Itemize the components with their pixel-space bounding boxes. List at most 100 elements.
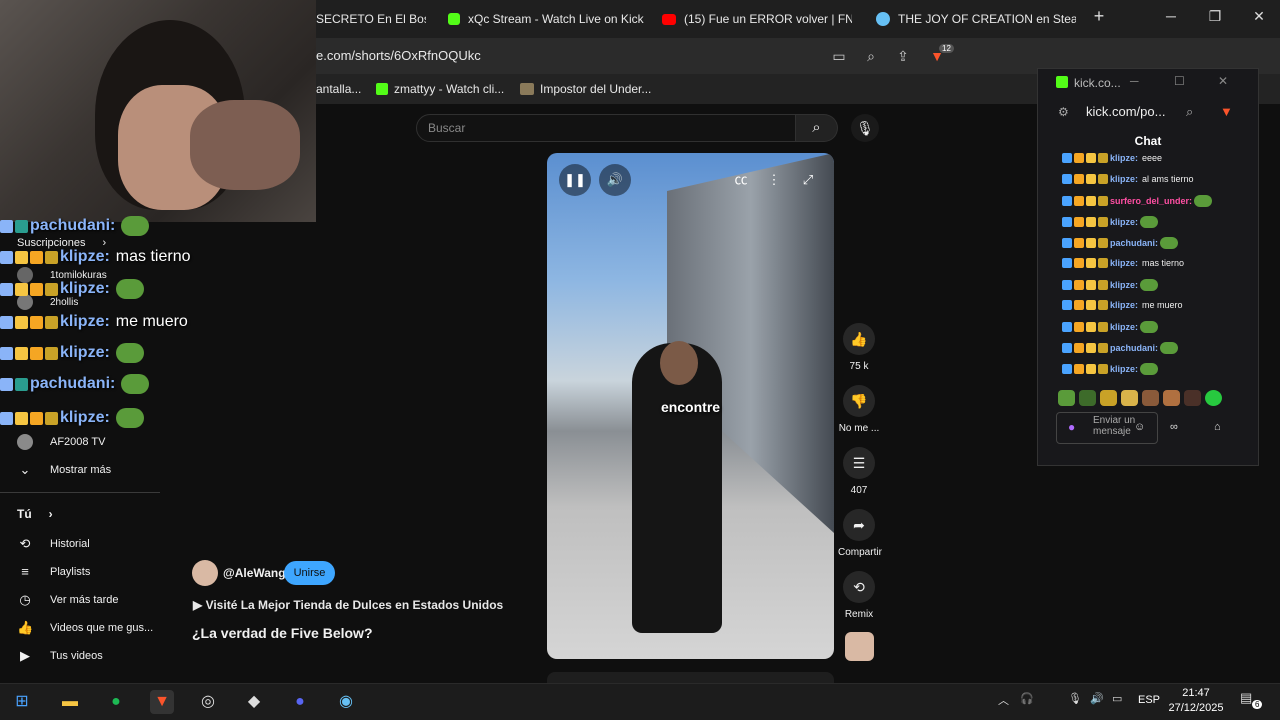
file-explorer-icon[interactable]: ▬ <box>58 690 82 714</box>
chat-username[interactable]: klipze: <box>1110 300 1138 310</box>
chat-username[interactable]: klipze: <box>1110 364 1138 374</box>
short-title: ¿La verdad de Five Below? <box>192 625 373 641</box>
headset-icon[interactable]: 🎧 <box>1020 692 1034 705</box>
popup-minimize-button[interactable]: ─ <box>1130 74 1139 88</box>
emoji-icon[interactable]: ☺ <box>1134 421 1145 433</box>
like-button[interactable]: 👍 75 k <box>838 323 880 372</box>
discord-icon[interactable]: ● <box>288 690 312 714</box>
tray-chevron-icon[interactable]: ︿ <box>998 692 1009 708</box>
minimize-button[interactable]: ─ <box>1156 8 1186 24</box>
emote-icon[interactable] <box>1100 390 1117 406</box>
mic-tray-icon[interactable]: 🎙 <box>1068 692 1082 705</box>
clock-time: 21:47 <box>1182 687 1210 699</box>
comment-icon: ☰ <box>843 447 875 479</box>
chat-badge-icon <box>1086 217 1096 227</box>
chat-badge-icon <box>45 315 58 329</box>
chat-username[interactable]: pachudani: <box>1110 238 1158 248</box>
brave-shield-icon[interactable]: ▼ <box>1220 104 1233 119</box>
tab-steam[interactable]: THE JOY OF CREATION en Steam <box>876 6 1076 32</box>
pause-button[interactable]: ❚❚ <box>559 164 591 196</box>
emote-icon[interactable] <box>1121 390 1138 406</box>
captions-button[interactable]: ㏄ <box>725 164 757 196</box>
chat-badge-icon <box>1074 300 1084 310</box>
emote-icon[interactable] <box>1058 390 1075 406</box>
zoom-out-icon[interactable]: ⌕ <box>1186 104 1193 120</box>
tab-youtube-secreto[interactable]: SECRETO En El Bosqu <box>316 6 426 32</box>
remix-button[interactable]: ⟲ Remix <box>838 571 880 620</box>
sidebar-item-liked[interactable]: 👍 Videos que me gus... <box>17 620 153 636</box>
points-icon[interactable]: ∞ <box>1170 421 1178 433</box>
tab-youtube-fnaf[interactable]: (15) Fue un ERROR volver | FNAF <box>662 6 852 32</box>
playlist-link[interactable]: ▶ Visité La Mejor Tienda de Dulces en Es… <box>193 598 503 612</box>
windows-icon[interactable]: ⊞ <box>10 690 34 714</box>
chat-badge-icon <box>1074 153 1084 163</box>
emote-icon[interactable] <box>1205 390 1222 406</box>
chat-badge-icon <box>45 411 58 425</box>
obs-icon[interactable]: ◎ <box>196 690 220 714</box>
sidebar-item-playlists[interactable]: ≡ Playlists <box>17 564 90 580</box>
popup-maximize-button[interactable]: ☐ <box>1174 74 1185 88</box>
emote-icon[interactable] <box>1184 390 1201 406</box>
dislike-button[interactable]: 👎 No me ... <box>838 385 880 434</box>
chat-username[interactable]: klipze: <box>1110 258 1138 268</box>
chat-username: klipze: <box>60 344 110 361</box>
sidebar-you[interactable]: Tú › <box>17 507 53 521</box>
sound-thumbnail[interactable] <box>845 632 874 661</box>
chat-username[interactable]: pachudani: <box>1110 343 1158 353</box>
sidebar-item-history[interactable]: ⟲ Historial <box>17 536 90 552</box>
emote-icon[interactable] <box>1079 390 1096 406</box>
sidebar-channel[interactable]: AF2008 TV <box>17 434 105 450</box>
comments-button[interactable]: ☰ 407 <box>838 447 880 496</box>
store-icon[interactable]: ⌂ <box>1214 421 1221 433</box>
fullscreen-icon: ⤢ <box>802 172 814 187</box>
chat-username[interactable]: klipze: <box>1110 153 1138 163</box>
bookmark-item[interactable]: Impostor del Under... <box>520 82 651 96</box>
sidebar-item-your-videos[interactable]: ▶ Tus videos <box>17 648 103 664</box>
emote-icon[interactable] <box>1163 390 1180 406</box>
volume-button[interactable]: 🔊 <box>599 164 631 196</box>
notifications-icon[interactable]: ▤ <box>1240 690 1252 706</box>
brave-icon[interactable]: ▼ <box>150 690 174 714</box>
chat-username[interactable]: klipze: <box>1110 280 1138 290</box>
fullscreen-button[interactable]: ⤢ <box>792 164 824 196</box>
sidebar-show-more[interactable]: ⌄ Mostrar más <box>17 462 112 478</box>
bookmark-item[interactable]: antalla... <box>316 82 361 96</box>
sidebar-label: Tus videos <box>50 650 103 662</box>
chat-username[interactable]: klipze: <box>1110 322 1138 332</box>
cast-icon[interactable]: ▭ <box>830 47 848 65</box>
overlay-chat-line: klipze: <box>0 279 144 299</box>
chat-username[interactable]: surfero_del_under: <box>1110 196 1192 206</box>
share-button[interactable]: ➦ Compartir <box>838 509 882 558</box>
clock[interactable]: 21:47 27/12/2025 <box>1166 686 1226 716</box>
chat-username[interactable]: klipze: <box>1110 174 1138 184</box>
channel-avatar[interactable] <box>192 560 218 586</box>
share-icon[interactable]: ⇪ <box>894 47 912 65</box>
language-indicator[interactable]: ESP <box>1138 694 1160 706</box>
chat-header: Chat <box>1134 134 1162 148</box>
join-button[interactable]: Unirse <box>284 561 335 585</box>
volume-icon[interactable]: 🔊 <box>1090 692 1104 705</box>
app-icon[interactable]: ◆ <box>242 690 266 714</box>
more-options-button[interactable]: ⋮ <box>758 164 790 196</box>
sidebar-item-watch-later[interactable]: ◷ Ver más tarde <box>17 592 118 608</box>
popup-close-button[interactable]: ✕ <box>1218 74 1228 88</box>
channel-name[interactable]: @AleWang <box>223 566 286 580</box>
emote-icon[interactable] <box>1142 390 1159 406</box>
chat-badge-icon <box>1062 153 1072 163</box>
tab-kick-xqc[interactable]: xQc Stream - Watch Live on Kick <box>448 6 648 32</box>
network-icon[interactable]: ▭ <box>1112 692 1122 705</box>
close-button[interactable]: ✕ <box>1244 8 1274 25</box>
zoom-icon[interactable]: ⌕ <box>862 47 880 65</box>
steam-icon[interactable]: ◉ <box>334 690 358 714</box>
maximize-button[interactable]: ❐ <box>1200 8 1230 25</box>
chat-username[interactable]: klipze: <box>1110 217 1138 227</box>
search-input[interactable]: Buscar <box>416 114 796 142</box>
bookmark-item[interactable]: zmattyy - Watch cli... <box>376 82 504 96</box>
popup-url[interactable]: kick.com/po... <box>1086 104 1165 119</box>
url-field[interactable]: e.com/shorts/6OxRfnOQUkc <box>316 48 481 63</box>
mic-button[interactable]: 🎙 <box>851 114 879 142</box>
search-button[interactable]: ⌕ <box>796 114 838 142</box>
spotify-icon[interactable]: ● <box>104 690 128 714</box>
new-tab-button[interactable]: + <box>1084 6 1114 27</box>
site-settings-icon[interactable]: ⚙ <box>1058 105 1069 119</box>
